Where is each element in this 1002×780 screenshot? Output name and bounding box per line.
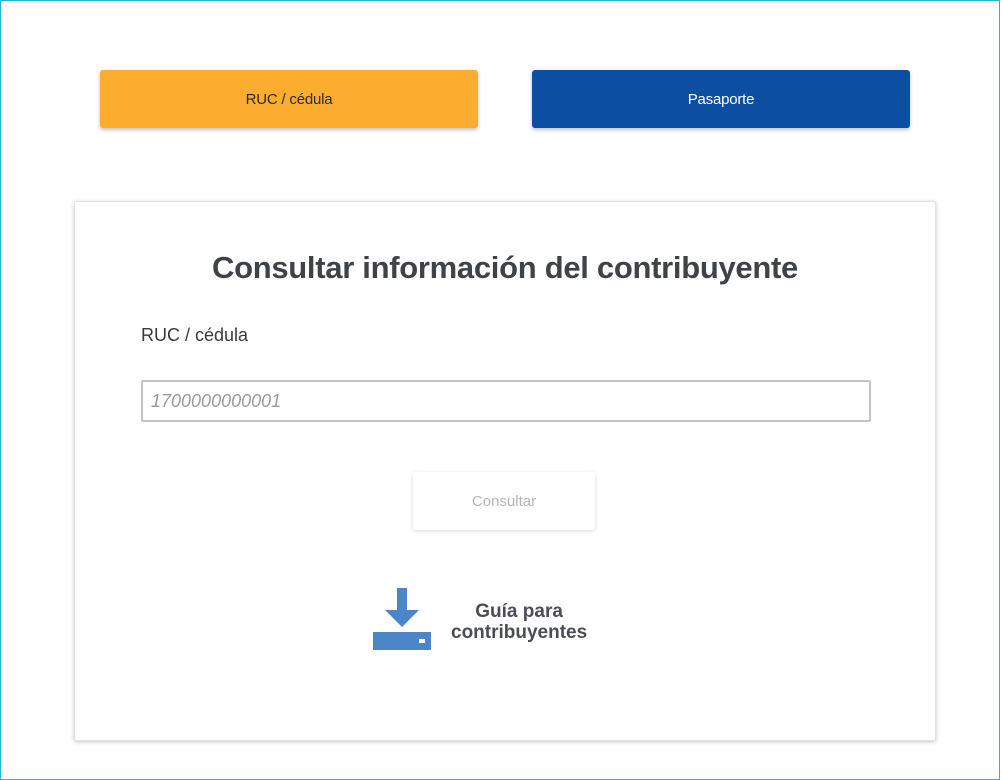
guide-line-1: Guía para [475, 601, 563, 622]
consulta-card: Consultar información del contribuyente … [74, 201, 936, 741]
guide-text: Guía para contribuyentes [451, 601, 587, 643]
guide-line-2: contribuyentes [451, 622, 588, 643]
ruc-input[interactable] [141, 380, 871, 422]
tab-pasaporte[interactable]: Pasaporte [532, 70, 910, 128]
tab-ruc-cedula[interactable]: RUC / cédula [100, 70, 478, 128]
page-title: Consultar información del contribuyente [212, 250, 798, 285]
download-icon [373, 588, 431, 650]
guide-link[interactable]: Guía para contribuyentes [371, 586, 641, 658]
consultar-button[interactable]: Consultar [413, 472, 595, 530]
ruc-field-label: RUC / cédula [141, 325, 249, 345]
